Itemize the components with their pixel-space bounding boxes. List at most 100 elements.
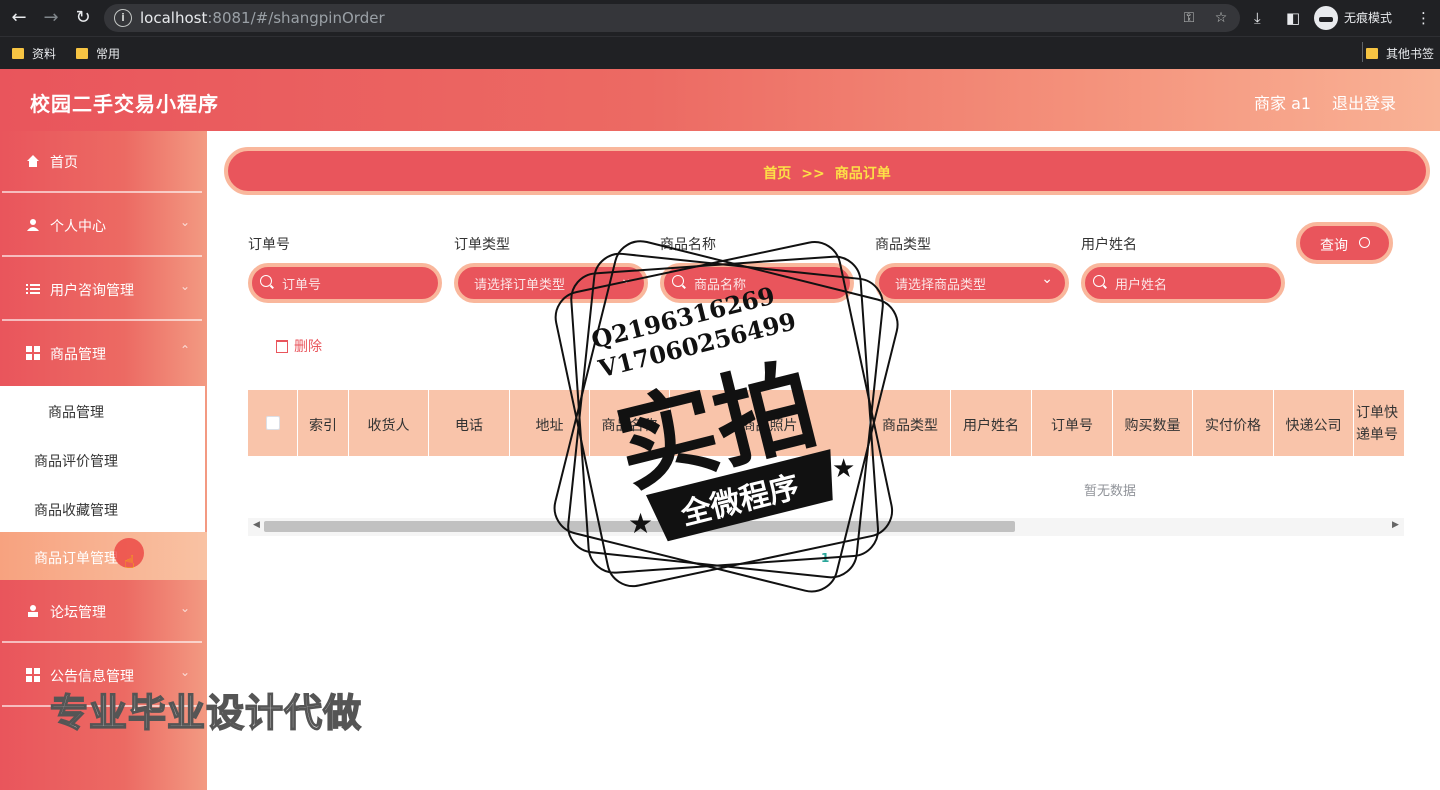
site-info-icon[interactable]: i — [114, 9, 132, 27]
star-icon[interactable]: ☆ — [1212, 9, 1230, 27]
table-empty-row — [248, 456, 1404, 518]
column-header: 快递公司 — [1274, 390, 1354, 456]
table-header: 索引 收货人 电话 地址 商品名称 商品照片 商品类型 用户姓名 订单号 购买数… — [248, 390, 1404, 456]
bookmark-folder[interactable]: 常用 — [76, 45, 120, 63]
divider — [2, 641, 202, 643]
column-header: 商品名称 — [590, 390, 670, 456]
breadcrumb-current: 商品订单 — [834, 166, 891, 182]
list-icon — [26, 284, 40, 294]
chevron-down-icon: ⌄ — [180, 601, 191, 615]
order-no-input[interactable]: 订单号 — [248, 263, 442, 303]
search-icon — [672, 275, 684, 287]
profile-label: 无痕模式 — [1344, 11, 1393, 25]
menu-icon[interactable]: ⋮ — [1416, 7, 1431, 29]
product-name-input[interactable]: 商品名称 — [660, 263, 854, 303]
divider — [2, 255, 202, 257]
other-bookmarks[interactable]: 其他书签 — [1366, 45, 1434, 63]
column-header: 商品类型 — [870, 390, 951, 456]
download-icon[interactable]: ⤓ — [1254, 7, 1261, 29]
address-bar[interactable]: i localhost:8081/#/shangpinOrder ⚿ ☆ — [104, 4, 1240, 32]
delete-button[interactable]: 删除 — [276, 336, 322, 356]
hand-cursor-icon: ☝ — [124, 552, 135, 573]
bookmark-divider — [1362, 42, 1363, 62]
folder-icon — [12, 48, 24, 59]
column-header: 商品照片 — [670, 390, 870, 456]
key-icon[interactable]: ⚿ — [1180, 9, 1198, 27]
product-name-label: 商品名称 — [660, 237, 716, 253]
column-header: 收货人 — [349, 390, 429, 456]
incognito-profile[interactable]: 无痕模式 — [1314, 6, 1404, 30]
user-name-label: 用户姓名 — [1081, 237, 1137, 253]
sidebar-item-label: 首页 — [50, 155, 78, 171]
column-header: 用户姓名 — [951, 390, 1032, 456]
chevron-down-icon: ⌄ — [1041, 271, 1053, 287]
submenu-item-product-review[interactable]: 商品评价管理 — [0, 435, 205, 483]
bookmarks-bar: 资料 常用 其他书签 — [0, 36, 1440, 69]
breadcrumb-separator: >> — [801, 166, 825, 182]
horizontal-scrollbar[interactable]: ◀ ▶ — [248, 518, 1404, 536]
divider — [2, 319, 202, 321]
product-type-select[interactable]: 请选择商品类型 ⌄ — [875, 263, 1069, 303]
scroll-right-icon[interactable]: ▶ — [1392, 520, 1399, 530]
forward-icon[interactable]: → — [40, 7, 62, 29]
back-icon[interactable]: ← — [8, 7, 30, 29]
empty-text: 暂无数据 — [1084, 484, 1137, 499]
order-no-placeholder: 订单号 — [282, 278, 322, 293]
column-header: 订单快递单号 — [1356, 405, 1398, 443]
app-title: 校园二手交易小程序 — [30, 92, 219, 116]
search-icon — [1359, 237, 1370, 248]
user-name-input[interactable]: 用户姓名 — [1081, 263, 1285, 303]
column-header: 订单号 — [1032, 390, 1113, 456]
user-icon — [27, 219, 39, 231]
search-icon — [260, 275, 272, 287]
product-type-placeholder: 请选择商品类型 — [895, 278, 987, 293]
app-header: 校园二手交易小程序 商家 a1 退出登录 — [0, 69, 1440, 131]
grid-icon — [26, 668, 40, 682]
order-no-label: 订单号 — [248, 237, 290, 253]
divider — [2, 191, 202, 193]
order-type-label: 订单类型 — [454, 237, 510, 253]
submenu-item-product-manage[interactable]: 商品管理 — [0, 386, 205, 434]
select-all-checkbox[interactable] — [266, 416, 280, 430]
sidepanel-icon[interactable]: ◧ — [1286, 7, 1300, 29]
bookmark-folder[interactable]: 资料 — [12, 45, 56, 63]
current-user: 商家 a1 — [1254, 94, 1312, 113]
submenu-products: 商品管理 商品评价管理 商品收藏管理 — [0, 386, 205, 532]
column-header: 地址 — [510, 390, 590, 456]
column-header: 购买数量 — [1113, 390, 1193, 456]
chevron-down-icon: ⌄ — [180, 215, 191, 229]
scroll-left-icon[interactable]: ◀ — [253, 520, 260, 530]
reload-icon[interactable]: ↻ — [72, 7, 94, 29]
folder-icon — [76, 48, 88, 59]
sidebar-item-home[interactable]: 首页 — [0, 131, 207, 193]
logout-button[interactable]: 退出登录 — [1332, 90, 1396, 114]
order-type-placeholder: 请选择订单类型 — [474, 278, 566, 293]
sidebar-item-profile[interactable]: 个人中心 ⌄ — [0, 195, 207, 257]
sidebar-item-products[interactable]: 商品管理 ⌃ — [0, 323, 207, 385]
scrollbar-thumb[interactable] — [264, 521, 1015, 532]
chevron-up-icon: ⌃ — [180, 343, 191, 357]
url-text[interactable]: localhost:8081/#/shangpinOrder — [140, 9, 385, 27]
sidebar-item-label: 个人中心 — [50, 219, 106, 235]
column-header: 实付价格 — [1193, 390, 1274, 456]
submenu-item-product-favorite[interactable]: 商品收藏管理 — [0, 484, 205, 532]
trash-icon — [276, 340, 288, 353]
order-type-select[interactable]: 请选择订单类型 ⌄ — [454, 263, 648, 303]
pagination-page[interactable]: 1 — [821, 551, 829, 565]
folder-icon — [1366, 48, 1378, 59]
breadcrumb: 首页 >> 商品订单 — [224, 147, 1430, 195]
submenu-item-product-order[interactable]: 商品订单管理 — [0, 532, 207, 580]
browser-toolbar: ← → ↻ i localhost:8081/#/shangpinOrder ⚿… — [0, 0, 1440, 36]
delete-label: 删除 — [294, 339, 322, 355]
person-icon — [28, 605, 38, 617]
query-label: 查询 — [1320, 238, 1348, 254]
sidebar-item-consult[interactable]: 用户咨询管理 ⌄ — [0, 259, 207, 321]
breadcrumb-home[interactable]: 首页 — [763, 166, 791, 182]
url-host: localhost — [140, 9, 208, 27]
incognito-icon — [1314, 6, 1338, 30]
query-button[interactable]: 查询 — [1296, 222, 1393, 264]
url-path: :8081/#/shangpinOrder — [207, 9, 385, 27]
sidebar-item-forum[interactable]: 论坛管理 ⌄ — [0, 581, 207, 643]
chevron-down-icon: ⌄ — [180, 665, 191, 679]
chevron-down-icon: ⌄ — [620, 271, 632, 287]
